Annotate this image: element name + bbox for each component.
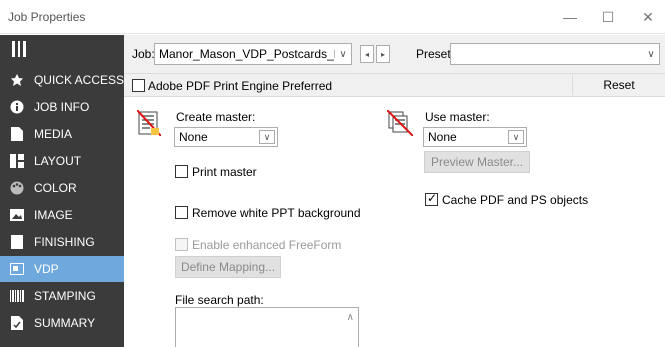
close-button[interactable]: ✕	[626, 0, 665, 34]
use-master-select[interactable]: None ∨	[423, 127, 527, 147]
sidebar-item-job-info[interactable]: JOB INFO	[0, 94, 124, 120]
hamburger-menu-icon[interactable]	[12, 41, 27, 57]
sidebar-item-label: LAYOUT	[34, 154, 82, 168]
sidebar-item-finishing[interactable]: FINISHING	[0, 229, 124, 255]
sidebar-item-label: JOB INFO	[34, 100, 90, 114]
cache-objects-label: Cache PDF and PS objects	[442, 193, 589, 207]
sidebar-item-layout[interactable]: LAYOUT	[0, 148, 124, 174]
sidebar-item-color[interactable]: COLOR	[0, 175, 124, 201]
sidebar-item-summary[interactable]: SUMMARY	[0, 310, 124, 336]
sidebar-item-label: QUICK ACCESS	[33, 73, 124, 87]
use-master-value: None	[428, 130, 457, 144]
reset-button[interactable]: Reset	[572, 75, 665, 95]
image-icon	[0, 209, 34, 221]
job-select-value: Manor_Mason_VDP_Postcards_PDF	[159, 47, 335, 61]
use-master-icon	[386, 109, 414, 139]
options-bar: Adobe PDF Print Engine Preferred Reset	[124, 73, 665, 97]
chevron-down-icon: ∨	[647, 48, 655, 60]
sidebar-item-stamping[interactable]: STAMPING	[0, 283, 124, 309]
enhanced-freeform-label: Enable enhanced FreeForm	[192, 238, 342, 252]
job-toolbar: Job: Manor_Mason_VDP_Postcards_PDF ∨ ◂ ▸…	[124, 35, 665, 73]
file-search-path-label: File search path:	[175, 293, 264, 307]
sidebar-item-label: FINISHING	[34, 235, 95, 249]
enhanced-freeform-checkbox[interactable]	[175, 238, 188, 251]
create-master-label: Create master:	[176, 110, 256, 124]
cache-objects-checkbox[interactable]	[425, 191, 438, 206]
sidebar-item-label: STAMPING	[34, 289, 96, 303]
sidebar-item-label: MEDIA	[34, 127, 73, 141]
star-icon	[0, 73, 34, 87]
remove-white-background-checkbox[interactable]	[175, 206, 188, 219]
maximize-button[interactable]: ☐	[586, 0, 630, 34]
previous-job-button[interactable]: ◂	[360, 45, 374, 63]
create-master-select[interactable]: None ∨	[174, 127, 278, 147]
create-master-icon	[136, 109, 162, 139]
vdp-icon	[0, 263, 34, 275]
sidebar-item-label: VDP	[34, 262, 59, 276]
remove-white-background-label: Remove white PPT background	[192, 206, 361, 220]
barcode-icon	[0, 290, 34, 302]
create-master-value: None	[179, 130, 208, 144]
summary-icon	[0, 316, 34, 330]
sidebar-item-image[interactable]: IMAGE	[0, 202, 124, 228]
use-master-label: Use master:	[425, 110, 490, 124]
title-bar: Job Properties — ☐ ✕	[0, 0, 665, 34]
sidebar-item-label: SUMMARY	[34, 316, 96, 330]
sidebar-item-media[interactable]: MEDIA	[0, 121, 124, 147]
sidebar: QUICK ACCESS JOB INFO MEDIA LAYOUT COLOR…	[0, 35, 124, 347]
job-select[interactable]: Manor_Mason_VDP_Postcards_PDF ∨	[154, 43, 352, 65]
chevron-down-icon: ∨	[339, 48, 347, 60]
chevron-down-icon: ∨	[508, 130, 524, 144]
sidebar-item-quick-access[interactable]: QUICK ACCESS	[0, 67, 124, 93]
vdp-panel: Create master: None ∨ Use master: None ∨…	[124, 98, 665, 347]
info-icon	[0, 100, 34, 114]
finishing-icon	[0, 235, 34, 249]
sidebar-item-label: IMAGE	[34, 208, 73, 222]
scroll-up-icon[interactable]: ∧	[347, 312, 354, 323]
preview-master-button[interactable]: Preview Master...	[424, 151, 530, 173]
document-icon	[0, 127, 34, 141]
presets-select[interactable]: ∨	[450, 43, 660, 65]
adobe-pdf-engine-checkbox[interactable]	[132, 79, 145, 92]
palette-icon	[0, 181, 34, 195]
window-title: Job Properties	[8, 10, 86, 24]
layout-icon	[0, 154, 34, 168]
print-master-label: Print master	[192, 165, 257, 179]
next-job-button[interactable]: ▸	[376, 45, 390, 63]
chevron-down-icon: ∨	[259, 130, 275, 144]
define-mapping-button[interactable]: Define Mapping...	[175, 256, 281, 278]
print-master-checkbox[interactable]	[175, 165, 188, 178]
adobe-pdf-engine-label: Adobe PDF Print Engine Preferred	[148, 79, 333, 93]
job-label: Job:	[132, 47, 155, 61]
sidebar-item-label: COLOR	[34, 181, 77, 195]
file-search-path-input[interactable]: ∧	[175, 307, 359, 347]
sidebar-item-vdp[interactable]: VDP	[0, 256, 124, 282]
